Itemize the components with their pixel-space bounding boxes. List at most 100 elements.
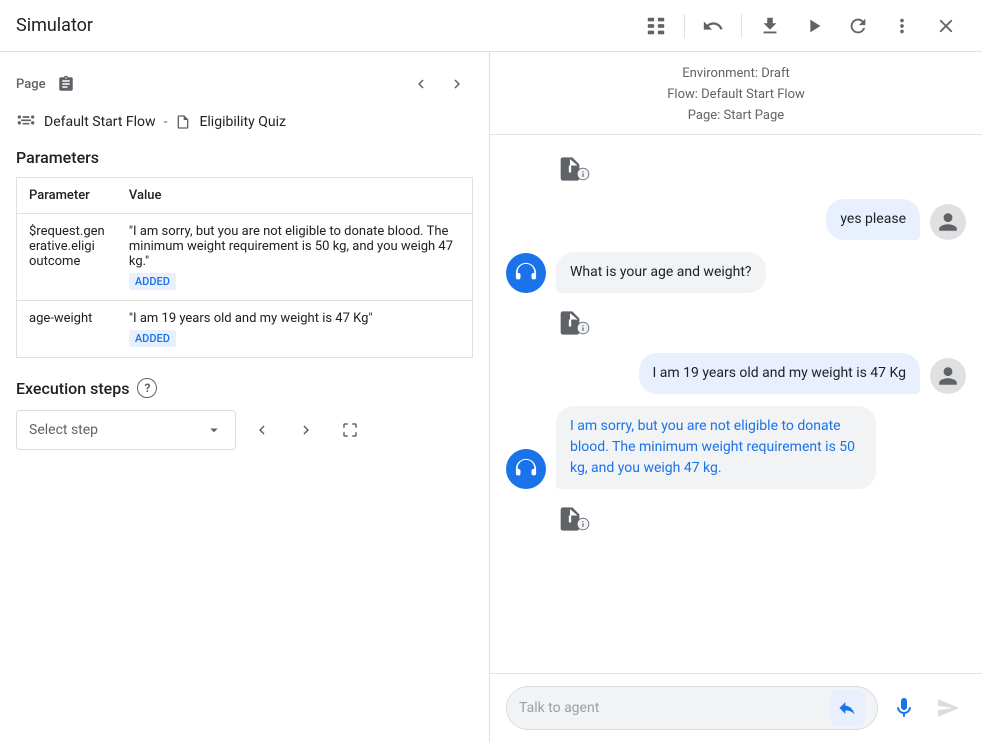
value-header: Value	[117, 178, 473, 214]
step-prev-btn[interactable]	[244, 412, 280, 448]
chat-input-area: Talk to agent	[490, 673, 982, 742]
param-cell-1: $request.generative.eligi outcome	[17, 214, 117, 301]
user-avatar-1	[930, 204, 966, 240]
close-icon	[935, 15, 957, 37]
env-line2: Flow: Default Start Flow	[490, 85, 982, 106]
params-label: Parameters	[16, 148, 473, 167]
param-value-1: "I am sorry, but you are not eligible to…	[129, 224, 453, 269]
page-name: Eligibility Quiz	[199, 114, 285, 130]
value-cell-2: "I am 19 years old and my weight is 47 K…	[117, 301, 473, 358]
message-row-bot-ai: ✦ I am sorry, but you are not eligible t…	[506, 406, 966, 489]
exec-label: Execution steps	[16, 379, 129, 398]
import-btn[interactable]	[829, 690, 865, 726]
chat-info: Environment: Draft Flow: Default Start F…	[490, 52, 982, 135]
clipboard-icon	[57, 75, 75, 93]
added-badge-1: ADDED	[129, 273, 176, 290]
prev-page-btn[interactable]	[405, 68, 437, 100]
mic-btn[interactable]	[886, 690, 922, 726]
step-controls: Select step	[16, 410, 473, 450]
more-icon	[891, 15, 913, 37]
sparkle-icon: ✦	[539, 445, 550, 460]
headphone-icon-1	[515, 262, 537, 284]
exec-section-header: Execution steps ?	[16, 378, 473, 398]
headphone-icon-ai	[515, 458, 537, 480]
close-btn[interactable]	[926, 6, 966, 46]
info-overlay-icon-mid	[576, 321, 590, 335]
env-line1: Environment: Draft	[490, 64, 982, 85]
grid-icon	[645, 15, 667, 37]
download-icon	[759, 15, 781, 37]
env-line3: Page: Start Page	[490, 106, 982, 127]
flow-name: Default Start Flow	[44, 114, 156, 130]
param-value-2: "I am 19 years old and my weight is 47 K…	[129, 311, 373, 326]
step-select[interactable]: Select step	[16, 410, 236, 450]
chat-input-box: Talk to agent	[506, 686, 878, 730]
refresh-btn[interactable]	[838, 6, 878, 46]
chat-input-placeholder: Talk to agent	[519, 700, 821, 716]
message-row-user-1: yes please	[506, 199, 966, 240]
bot-avatar-1	[506, 253, 546, 293]
app-title: Simulator	[16, 15, 93, 36]
left-panel: Page	[0, 52, 490, 742]
play-btn[interactable]	[794, 6, 834, 46]
download-btn[interactable]	[750, 6, 790, 46]
undo-icon	[702, 15, 724, 37]
refresh-icon	[847, 15, 869, 37]
user-message-1: yes please	[826, 199, 920, 240]
message-row-user-2: I am 19 years old and my weight is 47 Kg	[506, 353, 966, 394]
message-row-bot-1: What is your age and weight?	[506, 252, 966, 293]
person-icon-1	[937, 211, 959, 233]
user-message-2: I am 19 years old and my weight is 47 Kg	[639, 353, 920, 394]
page-icon	[175, 114, 191, 130]
flow-icon	[16, 112, 36, 132]
more-btn[interactable]	[882, 6, 922, 46]
toolbar: Simulator	[0, 0, 982, 52]
added-badge-2: ADDED	[129, 330, 176, 347]
focus-icon	[341, 421, 359, 439]
bot-avatar-ai: ✦	[506, 449, 546, 489]
page-section-label: Page	[16, 77, 46, 92]
info-overlay-icon-bottom	[576, 517, 590, 531]
send-btn[interactable]	[930, 690, 966, 726]
param-header: Parameter	[17, 178, 117, 214]
chevron-left-icon	[412, 75, 430, 93]
step-select-text: Select step	[29, 422, 98, 438]
page-nav-icons	[405, 68, 473, 100]
right-panel: Environment: Draft Flow: Default Start F…	[490, 52, 982, 742]
doc-info-row-top	[506, 151, 966, 187]
value-cell-1: "I am sorry, but you are not eligible to…	[117, 214, 473, 301]
toolbar-actions	[636, 6, 966, 46]
chat-messages: yes please What is your age and weight?	[490, 135, 982, 673]
param-cell-2: age-weight	[17, 301, 117, 358]
user-avatar-2	[930, 358, 966, 394]
play-icon	[803, 15, 825, 37]
info-overlay-icon-top	[576, 167, 590, 181]
doc-info-row-bottom	[506, 501, 966, 537]
toolbar-divider-1	[684, 14, 685, 38]
separator: -	[164, 114, 168, 130]
params-table: Parameter Value $request.generative.elig…	[16, 177, 473, 358]
clipboard-btn[interactable]	[52, 70, 80, 98]
main-content: Page	[0, 52, 982, 742]
step-next-btn[interactable]	[288, 412, 324, 448]
table-row: $request.generative.eligi outcome "I am …	[17, 214, 473, 301]
undo-btn[interactable]	[693, 6, 733, 46]
doc-info-row-mid	[506, 305, 966, 341]
chevron-right-icon	[448, 75, 466, 93]
toolbar-divider-2	[741, 14, 742, 38]
chevron-right-step-icon	[297, 421, 315, 439]
mic-icon	[892, 696, 916, 720]
person-icon-2	[937, 365, 959, 387]
next-page-btn[interactable]	[441, 68, 473, 100]
bot-ai-message: I am sorry, but you are not eligible to …	[556, 406, 876, 489]
page-title-row: Default Start Flow - Eligibility Quiz	[16, 112, 473, 132]
dropdown-arrow-icon	[205, 421, 223, 439]
bot-message-1: What is your age and weight?	[556, 252, 766, 293]
focus-btn[interactable]	[332, 412, 368, 448]
send-icon	[936, 696, 960, 720]
help-icon[interactable]: ?	[137, 378, 157, 398]
login-icon	[837, 698, 857, 718]
grid-icon-btn[interactable]	[636, 6, 676, 46]
table-row: age-weight "I am 19 years old and my wei…	[17, 301, 473, 358]
page-nav: Page	[16, 68, 473, 100]
